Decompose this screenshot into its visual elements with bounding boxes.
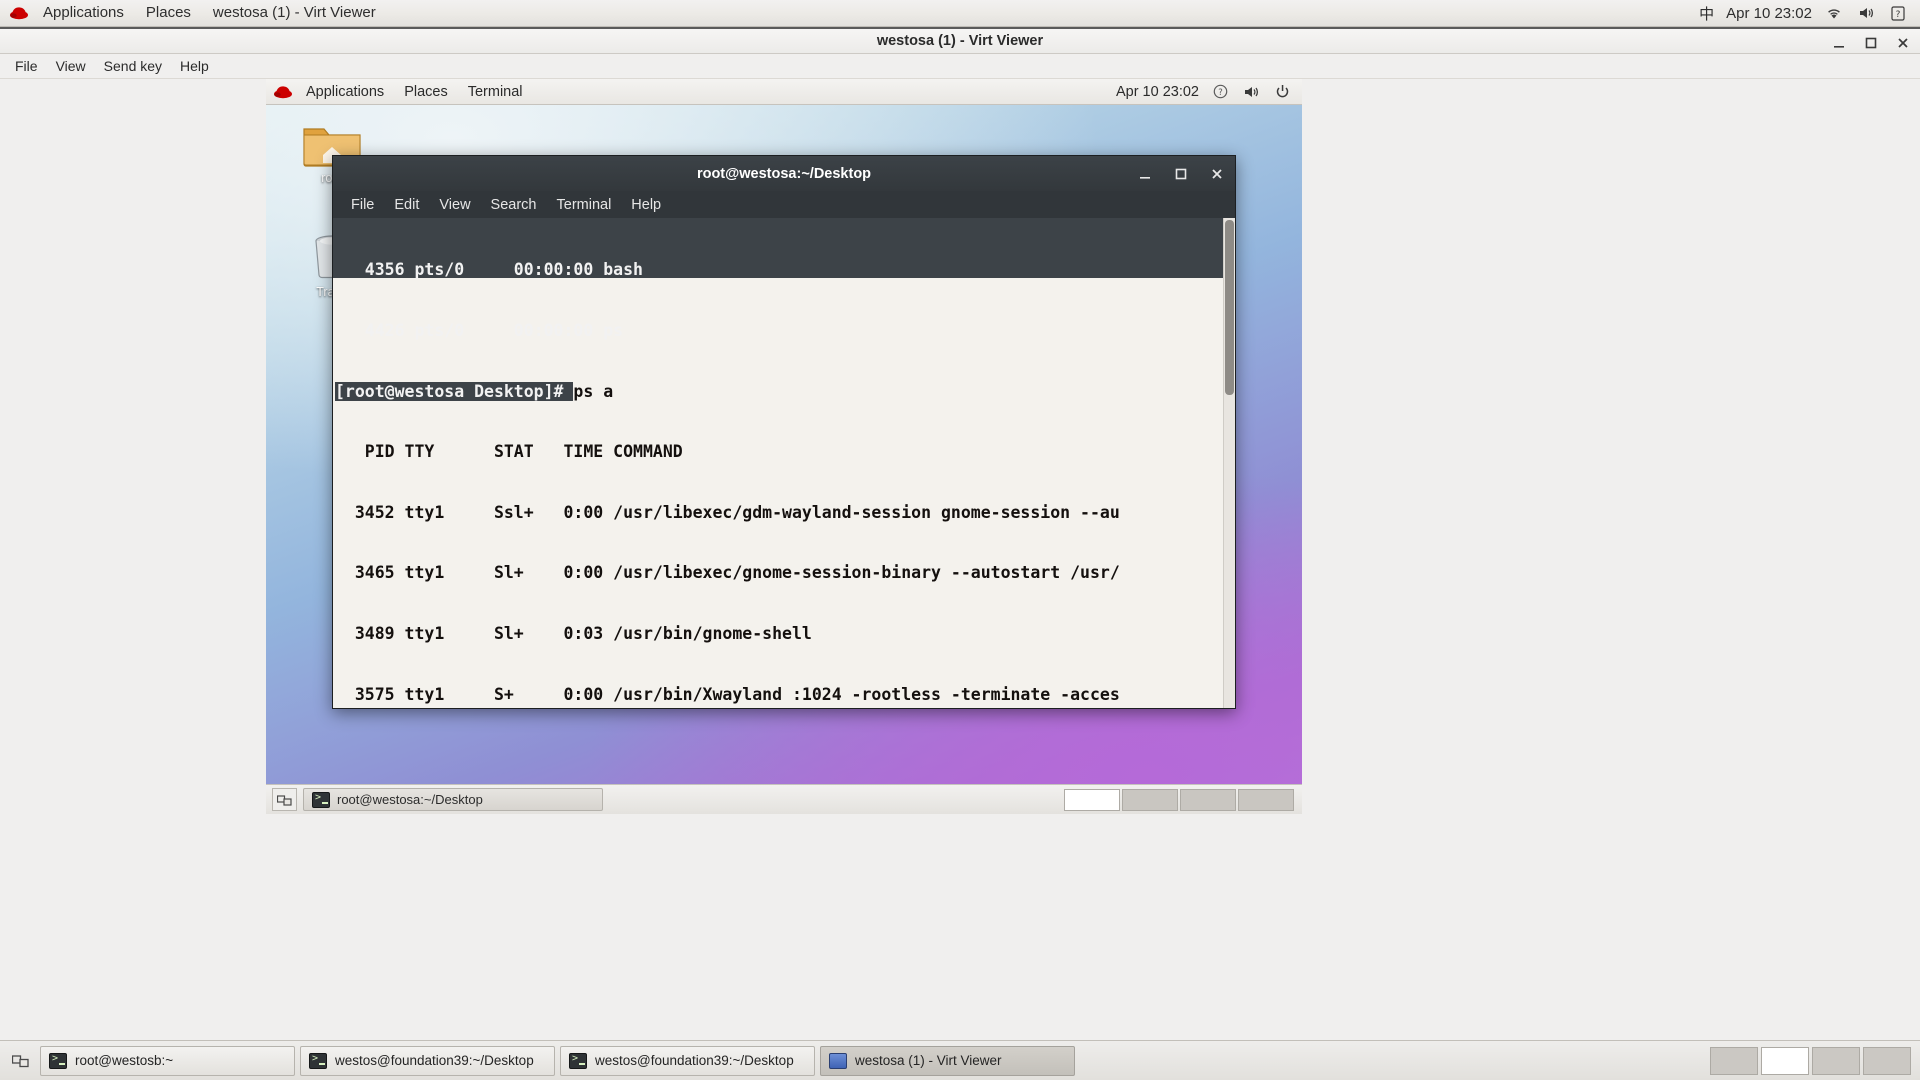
host-task-button-1[interactable]: root@westosb:~ [40,1045,295,1076]
terminal-line: 4426 pts/0 00:00:00 ps [335,321,624,340]
host-panel-tray: 中 Apr 10 23:02 ? [1699,3,1920,24]
vm-workspace-1[interactable] [1064,788,1120,811]
close-icon[interactable] [1894,34,1912,52]
host-workspace-switcher[interactable] [1710,1046,1915,1075]
host-menu-places[interactable]: Places [135,1,202,25]
vm-bottom-taskbar: root@westosa:~/Desktop [266,784,1302,814]
terminal-line: 4356 pts/0 00:00:00 bash [335,260,643,280]
minimize-icon[interactable] [1137,166,1153,182]
host-task-label: westos@foundation39:~/Desktop [335,1053,534,1068]
svg-text:?: ? [1218,88,1223,98]
terminal-output-area[interactable]: 4356 pts/0 00:00:00 bash 4426 pts/0 00:0… [333,218,1235,708]
host-task-button-4[interactable]: westosa (1) - Virt Viewer [820,1045,1075,1076]
close-icon[interactable] [1209,166,1225,182]
network-wifi-icon[interactable] [1824,3,1844,23]
accessibility-icon[interactable]: ? [1210,82,1230,102]
host-workspace-1[interactable] [1710,1046,1758,1075]
host-window-menu[interactable]: westosa (1) - Virt Viewer [202,1,387,25]
vm-menu-places[interactable]: Places [394,82,458,102]
vm-panel-tray: Apr 10 23:02 ? [1116,82,1302,102]
terminal-line: 3575 tty1 S+ 0:00 /usr/bin/Xwayland :102… [335,684,1120,704]
host-bottom-taskbar: root@westosb:~ westos@foundation39:~/Des… [0,1040,1920,1080]
virt-viewer-titlebar[interactable]: westosa (1) - Virt Viewer [0,27,1920,54]
vm-panel-left: Applications Places Terminal [266,82,533,102]
terminal-window[interactable]: root@westosa:~/Desktop File Edit View Se… [332,155,1236,709]
terminal-prompt: [root@westosa Desktop]# [335,381,574,401]
host-task-label: root@westosb:~ [75,1053,174,1068]
terminal-text: 4356 pts/0 00:00:00 bash 4426 pts/0 00:0… [333,218,1235,708]
terminal-line: 3452 tty1 Ssl+ 0:00 /usr/libexec/gdm-way… [335,502,1120,522]
vm-workspace-2[interactable] [1122,788,1178,811]
terminal-menu-view[interactable]: View [429,194,480,216]
help-icon[interactable]: ? [1888,3,1908,23]
terminal-icon [569,1052,587,1069]
terminal-menu-search[interactable]: Search [481,194,547,216]
terminal-scrollbar[interactable] [1223,218,1235,708]
host-top-panel: Applications Places westosa (1) - Virt V… [0,0,1920,27]
virt-viewer-menubar: File View Send key Help [0,54,1920,79]
host-workspace-4[interactable] [1863,1046,1911,1075]
host-panel-left: Applications Places westosa (1) - Virt V… [0,1,387,25]
terminal-prompt-line: [root@westosa Desktop]# ps a [335,381,1235,402]
vm-menu-terminal[interactable]: Terminal [458,82,533,102]
input-method-icon[interactable]: 中 [1699,3,1714,24]
terminal-command: ps a [573,381,614,401]
vm-menu-applications[interactable]: Applications [296,82,394,102]
volume-icon[interactable] [1241,82,1261,102]
vv-menu-file[interactable]: File [6,55,47,77]
terminal-line: 3465 tty1 Sl+ 0:00 /usr/libexec/gnome-se… [335,563,1120,583]
vm-clock[interactable]: Apr 10 23:02 [1116,84,1199,100]
vm-task-label: root@westosa:~/Desktop [337,792,483,807]
show-desktop-icon[interactable] [272,788,297,811]
virt-viewer-icon [829,1052,847,1069]
terminal-icon [49,1052,67,1069]
vm-display-area[interactable]: Applications Places Terminal Apr 10 23:0… [266,79,1302,814]
maximize-icon[interactable] [1862,34,1880,52]
terminal-line: PID TTY STAT TIME COMMAND [335,442,683,462]
terminal-menu-edit[interactable]: Edit [384,194,429,216]
volume-icon[interactable] [1856,3,1876,23]
terminal-icon [309,1052,327,1069]
vm-workspace-4[interactable] [1238,788,1294,811]
terminal-menu-terminal[interactable]: Terminal [547,194,622,216]
terminal-titlebar[interactable]: root@westosa:~/Desktop [333,156,1235,191]
redhat-logo-icon [272,82,294,102]
virt-viewer-window-buttons [1830,29,1912,56]
terminal-title: root@westosa:~/Desktop [696,165,872,182]
vv-menu-send-key[interactable]: Send key [95,55,171,77]
host-task-button-3[interactable]: westos@foundation39:~/Desktop [560,1045,815,1076]
show-desktop-icon[interactable] [5,1046,35,1076]
terminal-menubar: File Edit View Search Terminal Help [333,191,1235,218]
screen: Applications Places westosa (1) - Virt V… [0,0,1920,1080]
host-task-label: westosa (1) - Virt Viewer [855,1053,1002,1068]
host-menu-applications[interactable]: Applications [32,1,135,25]
svg-text:?: ? [1896,10,1901,20]
terminal-line: 3489 tty1 Sl+ 0:03 /usr/bin/gnome-shell [335,623,812,643]
power-icon[interactable] [1272,82,1292,102]
host-task-label: westos@foundation39:~/Desktop [595,1053,794,1068]
vv-menu-help[interactable]: Help [171,55,218,77]
terminal-window-buttons [1137,156,1225,191]
vm-workspace-3[interactable] [1180,788,1236,811]
vm-task-button[interactable]: root@westosa:~/Desktop [303,788,603,811]
redhat-logo-icon [8,3,30,23]
terminal-scrollbar-thumb[interactable] [1225,220,1234,395]
host-clock[interactable]: Apr 10 23:02 [1726,5,1812,22]
host-workspace-2[interactable] [1761,1046,1809,1075]
terminal-menu-help[interactable]: Help [621,194,671,216]
terminal-icon [312,791,330,808]
minimize-icon[interactable] [1830,34,1848,52]
vm-top-panel: Applications Places Terminal Apr 10 23:0… [266,79,1302,105]
virt-viewer-title: westosa (1) - Virt Viewer [876,33,1044,49]
vm-workspace-switcher[interactable] [1064,788,1296,811]
host-workspace-3[interactable] [1812,1046,1860,1075]
maximize-icon[interactable] [1173,166,1189,182]
terminal-menu-file[interactable]: File [341,194,384,216]
host-task-button-2[interactable]: westos@foundation39:~/Desktop [300,1045,555,1076]
vv-menu-view[interactable]: View [47,55,95,77]
